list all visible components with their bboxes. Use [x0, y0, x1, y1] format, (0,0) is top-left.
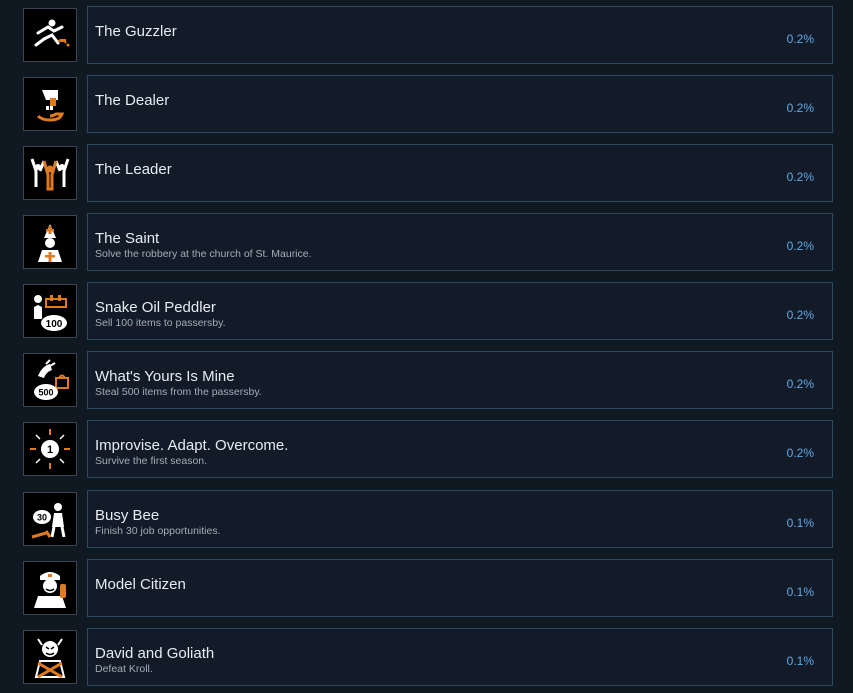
achievement-card: The Dealer 0.2% [87, 75, 833, 133]
achievement-card: Busy Bee Finish 30 job opportunities. 0.… [87, 490, 833, 548]
model-citizen-icon [23, 561, 77, 615]
achievement-row[interactable]: The Saint Solve the robbery at the churc… [22, 213, 833, 271]
achievement-card: The Saint Solve the robbery at the churc… [87, 213, 833, 271]
count-badge: 1 [47, 444, 53, 456]
unlock-percentage: 0.2% [786, 32, 814, 46]
achievement-card: David and Goliath Defeat Kroll. 0.1% [87, 628, 833, 686]
achievement-card: What's Yours Is Mine Steal 500 items fro… [87, 351, 833, 409]
count-badge: 500 [38, 388, 53, 398]
count-badge: 30 [37, 513, 47, 523]
achievement-title: Snake Oil Peddler [95, 299, 216, 316]
unlock-percentage: 0.2% [786, 239, 814, 253]
saint-icon [23, 215, 77, 269]
achievement-row[interactable]: 500 What's Yours Is Mine Steal 500 items… [22, 351, 833, 409]
achievement-row[interactable]: The Leader 0.2% [22, 144, 833, 202]
unlock-percentage: 0.2% [786, 308, 814, 322]
david-and-goliath-icon [23, 630, 77, 684]
unlock-percentage: 0.2% [786, 170, 814, 184]
achievement-card: Model Citizen 0.1% [87, 559, 833, 617]
achievement-description: Steal 500 items from the passersby. [95, 386, 262, 398]
achievement-title: The Dealer [95, 92, 170, 109]
achievement-title: David and Goliath [95, 645, 215, 662]
achievement-title: The Leader [95, 161, 172, 178]
achievement-title: The Guzzler [95, 23, 177, 40]
guzzler-icon [23, 8, 77, 62]
unlock-percentage: 0.2% [786, 446, 814, 460]
count-badge: 100 [46, 319, 63, 330]
achievement-title: What's Yours Is Mine [95, 368, 235, 385]
achievement-row[interactable]: Model Citizen 0.1% [22, 559, 833, 617]
achievement-row[interactable]: The Guzzler 0.2% [22, 6, 833, 64]
busy-bee-icon: 30 [23, 492, 77, 546]
achievement-title: Model Citizen [95, 576, 186, 593]
achievement-card: Snake Oil Peddler Sell 100 items to pass… [87, 282, 833, 340]
whats-yours-is-mine-icon: 500 [23, 353, 77, 407]
dealer-icon [23, 77, 77, 131]
achievement-row[interactable]: David and Goliath Defeat Kroll. 0.1% [22, 628, 833, 686]
achievement-description: Sell 100 items to passersby. [95, 317, 226, 329]
achievement-row[interactable]: 1 Improvise. Adapt. Overcome. Survive th… [22, 420, 833, 478]
achievement-description: Finish 30 job opportunities. [95, 525, 221, 537]
unlock-percentage: 0.1% [786, 654, 814, 668]
achievement-row[interactable]: 100 Snake Oil Peddler Sell 100 items to … [22, 282, 833, 340]
unlock-percentage: 0.1% [786, 516, 814, 530]
achievement-row[interactable]: The Dealer 0.2% [22, 75, 833, 133]
leader-icon [23, 146, 77, 200]
achievement-card: The Guzzler 0.2% [87, 6, 833, 64]
achievement-title: Improvise. Adapt. Overcome. [95, 437, 289, 454]
achievement-title: Busy Bee [95, 507, 160, 524]
snake-oil-peddler-icon: 100 [23, 284, 77, 338]
achievement-row[interactable]: 30 Busy Bee Finish 30 job opportunities.… [22, 490, 833, 548]
unlock-percentage: 0.2% [786, 101, 814, 115]
achievement-description: Survive the first season. [95, 455, 208, 467]
achievement-card: Improvise. Adapt. Overcome. Survive the … [87, 420, 833, 478]
improvise-adapt-overcome-icon: 1 [23, 422, 77, 476]
achievement-list: The Guzzler 0.2% The Dealer 0.2% The Lea… [0, 0, 853, 693]
achievement-title: The Saint [95, 230, 160, 247]
achievement-card: The Leader 0.2% [87, 144, 833, 202]
unlock-percentage: 0.1% [786, 585, 814, 599]
achievement-description: Defeat Kroll. [95, 663, 153, 675]
unlock-percentage: 0.2% [786, 377, 814, 391]
achievement-description: Solve the robbery at the church of St. M… [95, 248, 312, 260]
